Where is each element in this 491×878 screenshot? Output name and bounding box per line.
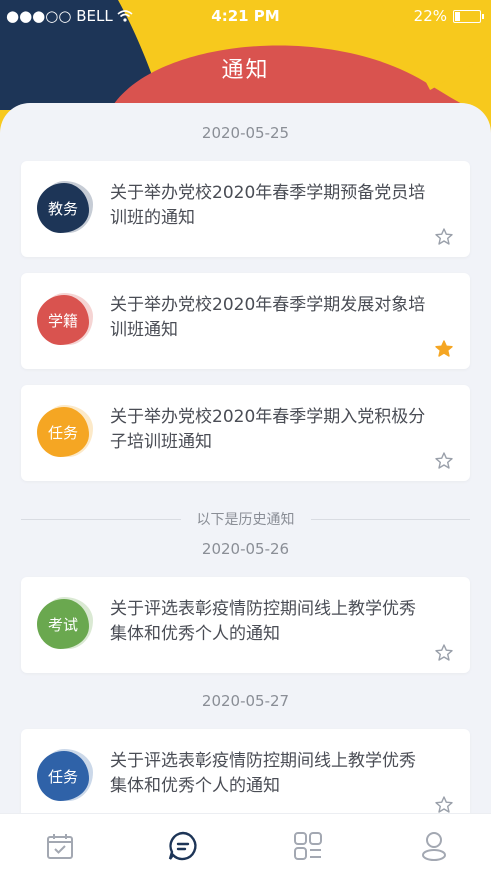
date-header: 2020-05-25 — [201, 124, 290, 142]
category-badge: 任务 — [35, 405, 93, 461]
battery-icon — [453, 9, 484, 23]
calendar-icon — [47, 834, 73, 859]
category-label: 考试 — [47, 615, 78, 634]
category-badge: 学籍 — [35, 293, 93, 349]
notification-title: 关于举办党校2020年春季学期入党积极分子培训班通知 — [110, 407, 426, 452]
star-icon[interactable] — [434, 643, 454, 663]
user-icon — [422, 832, 446, 861]
category-label: 教务 — [47, 199, 78, 218]
date-header: 2020-05-27 — [201, 692, 290, 710]
notification-card[interactable]: 教务 关于举办党校2020年春季学期预备党员培训班的通知 — [21, 161, 470, 257]
notification-title: 关于评选表彰疫情防控期间线上教学优秀集体和优秀个人的通知 — [110, 599, 416, 644]
battery-percent: 22% — [413, 7, 447, 25]
tab-bar — [0, 813, 491, 878]
notification-title: 关于举办党校2020年春季学期预备党员培训班的通知 — [110, 183, 426, 228]
star-icon[interactable] — [434, 339, 454, 359]
star-icon[interactable] — [434, 795, 454, 813]
notification-card[interactable]: 任务 关于举办党校2020年春季学期入党积极分子培训班通知 — [21, 385, 470, 481]
star-icon[interactable] — [434, 227, 454, 247]
notification-card[interactable]: 任务 关于评选表彰疫情防控期间线上教学优秀集体和优秀个人的通知 — [21, 729, 470, 813]
apps-grid-icon — [294, 832, 322, 860]
category-badge: 任务 — [35, 749, 93, 805]
tab-messages[interactable] — [167, 830, 199, 862]
history-divider: 以下是历史通知 — [21, 507, 470, 531]
category-badge: 考试 — [35, 597, 93, 653]
notification-title: 关于评选表彰疫情防控期间线上教学优秀集体和优秀个人的通知 — [110, 751, 416, 796]
tab-apps[interactable] — [292, 830, 324, 862]
battery-status: 22% — [413, 7, 484, 25]
notification-card[interactable]: 考试 关于评选表彰疫情防控期间线上教学优秀集体和优秀个人的通知 — [21, 577, 470, 673]
star-icon[interactable] — [434, 451, 454, 471]
category-label: 任务 — [47, 423, 78, 442]
category-label: 任务 — [47, 767, 78, 786]
notification-card[interactable]: 学籍 关于举办党校2020年春季学期发展对象培训班通知 — [21, 273, 470, 369]
date-header: 2020-05-26 — [201, 540, 290, 558]
notification-title: 关于举办党校2020年春季学期发展对象培训班通知 — [110, 295, 426, 340]
status-bar: ●●●○○ BELL 4:21 PM 22% — [0, 0, 491, 32]
tab-profile[interactable] — [418, 830, 450, 862]
tab-calendar[interactable] — [44, 830, 76, 862]
category-label: 学籍 — [47, 311, 78, 330]
page-title: 通知 — [221, 58, 270, 83]
history-label: 以下是历史通知 — [196, 512, 295, 528]
notification-list[interactable]: 2020-05-25 教务 关于举办党校2020年春季学期预备党员培训班的通知 学籍关… — [0, 103, 491, 813]
battery-level — [455, 11, 461, 21]
category-badge: 教务 — [35, 181, 93, 237]
message-icon — [168, 831, 197, 861]
